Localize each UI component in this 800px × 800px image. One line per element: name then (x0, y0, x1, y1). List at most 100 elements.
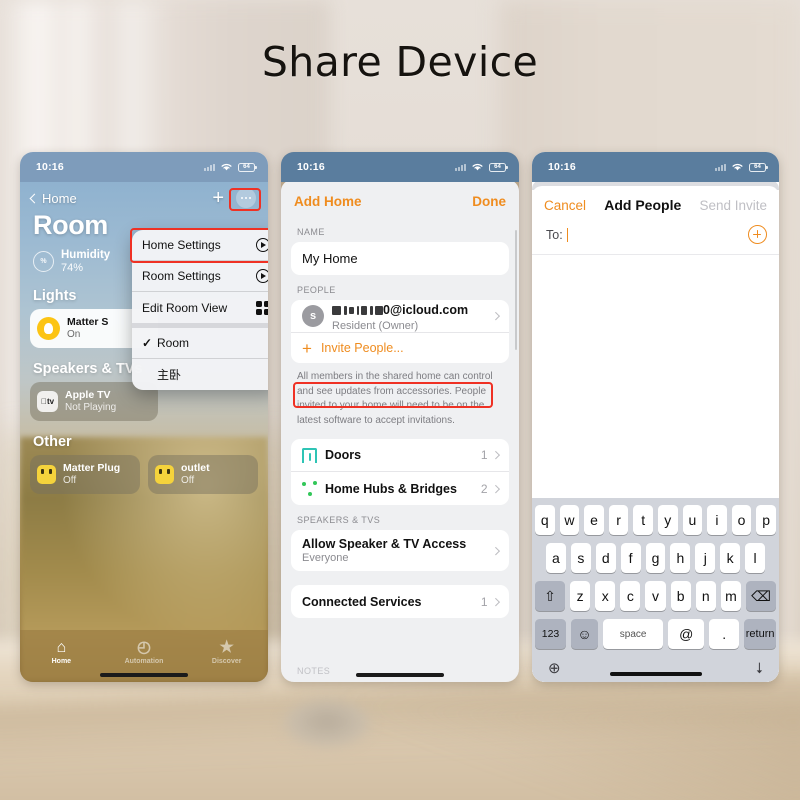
back-button[interactable]: Home (29, 191, 77, 206)
key-a[interactable]: a (546, 543, 566, 573)
menu-item-edit-room-view[interactable]: Edit Room View (132, 292, 268, 323)
key-n[interactable]: n (695, 581, 716, 611)
status-time: 10:16 (297, 161, 325, 173)
scrollbar[interactable] (514, 230, 517, 350)
home-name-input[interactable]: My Home (291, 242, 509, 275)
menu-item-master-bedroom[interactable]: 主卧 (132, 359, 268, 390)
key-e[interactable]: e (584, 505, 604, 535)
to-field-row[interactable]: To: (532, 222, 779, 255)
menu-item-room-settings[interactable]: Room Settings (132, 261, 268, 292)
keyboard-row-3: ⇧ z x c v b n m ⌫ (532, 581, 779, 611)
add-contact-icon[interactable] (748, 225, 767, 244)
key-h[interactable]: h (670, 543, 691, 573)
key-q[interactable]: q (535, 505, 555, 535)
key-u[interactable]: u (682, 505, 703, 535)
emoji-key[interactable]: ☺ (571, 619, 598, 649)
plus-icon: + (302, 338, 312, 358)
dot-key[interactable]: . (709, 619, 740, 649)
status-time: 10:16 (36, 161, 64, 173)
key-w[interactable]: w (559, 505, 580, 535)
page-title: Share Device (261, 38, 539, 86)
home-indicator[interactable] (356, 673, 444, 677)
status-bar: 10:16 64 (20, 152, 268, 182)
accessory-state: Off (181, 474, 195, 486)
key-i[interactable]: i (707, 505, 727, 535)
menu-item-label: Room (157, 336, 190, 350)
key-k[interactable]: k (720, 543, 741, 573)
hub-icon (302, 481, 317, 496)
lightbulb-icon (37, 316, 60, 340)
add-button[interactable]: + (212, 188, 224, 208)
key-x[interactable]: x (595, 581, 616, 611)
numbers-key[interactable]: 123 (535, 619, 566, 649)
delete-key[interactable]: ⌫ (745, 581, 776, 611)
menu-item-room[interactable]: ✓ Room (132, 328, 268, 359)
battery-icon: 64 (489, 162, 508, 172)
key-t[interactable]: t (633, 505, 653, 535)
chevron-right-icon (491, 546, 500, 555)
cancel-button[interactable]: Cancel (544, 198, 586, 213)
onscreen-keyboard: q w e r t y u i o p a s d f g h j k l ⇧ … (532, 498, 779, 682)
people-card: s 0@icloud.com Resident (Owner) + Invite… (291, 300, 509, 363)
key-c[interactable]: c (620, 581, 641, 611)
key-r[interactable]: r (608, 505, 629, 535)
people-section-label: PEOPLE (297, 285, 336, 295)
accessory-state: On (67, 328, 81, 340)
chevron-right-icon (491, 597, 500, 606)
speakers-section-label: SPEAKERS & TVS (297, 515, 381, 525)
ellipsis-circle-icon[interactable] (236, 188, 256, 208)
key-g[interactable]: g (645, 543, 666, 573)
home-indicator[interactable] (100, 673, 188, 677)
row-doors[interactable]: Doors 1 (291, 439, 509, 472)
accessory-tile-outlet[interactable]: outlet Off (148, 454, 258, 494)
row-home-hubs[interactable]: Home Hubs & Bridges 2 (291, 472, 509, 505)
humidity-value: 74% (61, 262, 84, 275)
key-m[interactable]: m (720, 581, 741, 611)
shift-key[interactable]: ⇧ (535, 581, 565, 611)
add-people-sheet: Cancel Add People Send Invite To: q w e … (532, 186, 779, 682)
key-f[interactable]: f (620, 543, 641, 573)
key-d[interactable]: d (595, 543, 616, 573)
home-app-screen: Home + Room % Humidity 74% Lights Matter… (20, 182, 268, 682)
accessory-name: Matter Plug (63, 462, 121, 475)
return-key[interactable]: return (744, 619, 776, 649)
accessory-name: Apple TV (65, 389, 111, 402)
done-button[interactable]: Done (472, 194, 506, 209)
plug-icon (37, 464, 56, 484)
background-object (282, 700, 372, 748)
row-connected-services[interactable]: Connected Services 1 (291, 585, 509, 618)
chevron-right-icon (491, 484, 500, 493)
menu-item-home-settings[interactable]: Home Settings (132, 230, 268, 261)
status-indicators: 64 (715, 162, 768, 172)
tab-automation[interactable]: ◴ Automation (103, 639, 186, 665)
status-time: 10:16 (548, 161, 576, 173)
globe-icon[interactable]: ⊕ (548, 659, 561, 677)
key-v[interactable]: v (645, 581, 666, 611)
accessory-state: Not Playing (65, 401, 117, 413)
invite-people-button[interactable]: + Invite People... (291, 333, 509, 363)
key-b[interactable]: b (670, 581, 691, 611)
microphone-icon[interactable]: ⭣ (756, 660, 763, 677)
key-s[interactable]: s (570, 543, 591, 573)
add-people-title: Add People (604, 197, 682, 213)
key-y[interactable]: y (658, 505, 678, 535)
row-speaker-access[interactable]: Allow Speaker & TV Access Everyone (291, 530, 509, 571)
context-menu: Home Settings Room Settings Edit Room Vi… (132, 230, 268, 390)
member-row[interactable]: s 0@icloud.com Resident (Owner) (291, 300, 509, 333)
key-l[interactable]: l (745, 543, 766, 573)
speakers-card: Allow Speaker & TV Access Everyone (291, 530, 509, 571)
at-key[interactable]: @ (668, 619, 705, 649)
key-z[interactable]: z (570, 581, 591, 611)
space-key[interactable]: space (603, 619, 664, 649)
home-nav-bar: Home + (20, 182, 268, 208)
accessory-tile-matter-plug[interactable]: Matter Plug Off (30, 454, 140, 494)
send-invite-button[interactable]: Send Invite (699, 198, 767, 213)
key-o[interactable]: o (731, 505, 752, 535)
tab-home[interactable]: ⌂ Home (20, 639, 103, 665)
home-indicator[interactable] (609, 671, 702, 676)
key-p[interactable]: p (756, 505, 776, 535)
key-j[interactable]: j (695, 543, 716, 573)
cut-off-section-label: NOTES (297, 666, 331, 676)
tab-discover[interactable]: ★ Discover (185, 639, 268, 665)
play-circle-icon (256, 269, 268, 283)
